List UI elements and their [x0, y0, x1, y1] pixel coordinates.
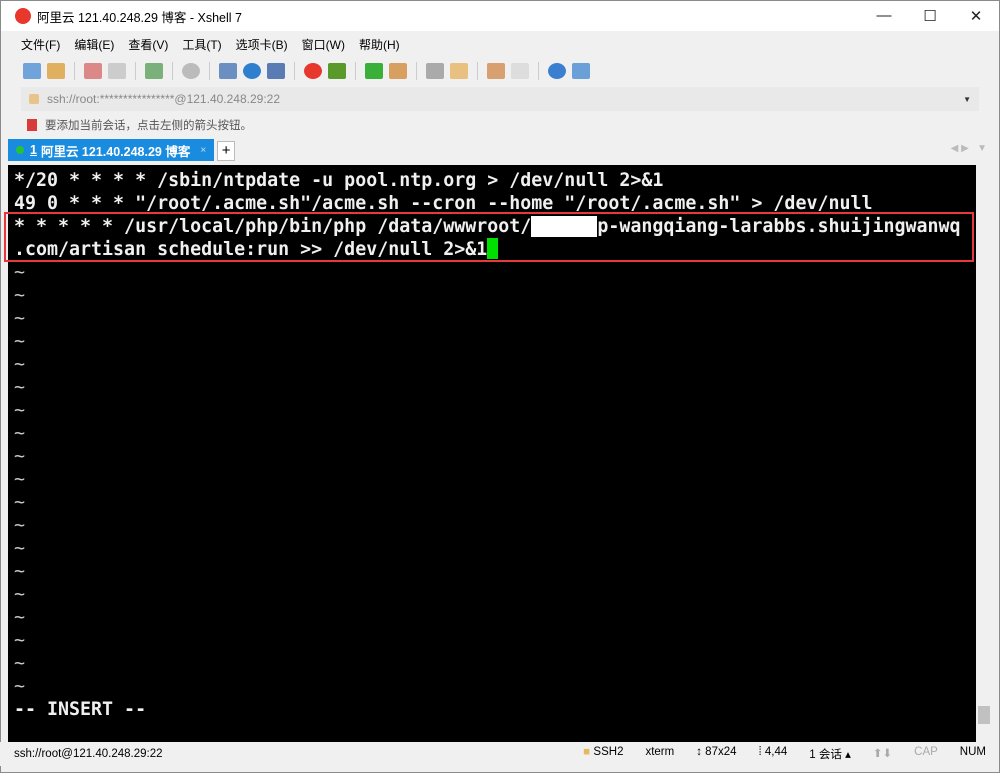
chevron-down-icon[interactable]: ▼ [963, 95, 971, 104]
empty-line-tilde: ~ [14, 584, 26, 605]
title-bar: 阿里云 121.40.248.29 博客 - Xshell 7 — ☐ ✕ [1, 1, 999, 31]
layout-icon[interactable] [219, 63, 237, 79]
tab-nav-arrows[interactable]: ◀ ▶ ▼ [951, 143, 987, 154]
add-folder-icon[interactable] [487, 63, 505, 79]
menu-window[interactable]: 窗口(W) [302, 36, 345, 53]
menu-tabs[interactable]: 选项卡(B) [236, 36, 288, 53]
keyboard-icon[interactable] [426, 63, 444, 79]
empty-line-tilde: ~ [14, 354, 26, 375]
vim-mode-indicator: -- INSERT -- [14, 699, 147, 720]
status-num: NUM [959, 746, 986, 758]
empty-line-tilde: ~ [14, 676, 26, 697]
highlight-icon[interactable] [450, 63, 468, 79]
maximize-button[interactable]: ☐ [907, 7, 953, 25]
disconnect-icon[interactable] [108, 63, 126, 79]
lock-icon [29, 94, 39, 104]
connect-icon[interactable] [84, 63, 102, 79]
empty-line-tilde: ~ [14, 285, 26, 306]
menu-tools[interactable]: 工具(T) [182, 36, 221, 53]
empty-line-tilde: ~ [14, 630, 26, 651]
highlight-box [4, 212, 974, 262]
new-tab-button[interactable]: + [217, 141, 236, 161]
globe-icon[interactable] [243, 63, 261, 79]
empty-line-tilde: ~ [14, 653, 26, 674]
properties-icon[interactable] [145, 63, 163, 79]
empty-line-tilde: ~ [14, 446, 26, 467]
empty-line-tilde: ~ [14, 331, 26, 352]
fullscreen-icon[interactable] [365, 63, 383, 79]
address-text: ssh://root:****************@121.40.248.2… [47, 92, 281, 106]
scrollbar-thumb[interactable] [978, 706, 990, 724]
xshell-icon[interactable] [304, 63, 322, 79]
empty-line-tilde: ~ [14, 262, 26, 283]
terminal-scrollbar[interactable] [976, 165, 992, 742]
close-button[interactable]: ✕ [953, 7, 999, 25]
tab-label: 阿里云 121.40.248.29 博客 [40, 144, 191, 159]
status-protocol: ■ SSH2 [583, 746, 624, 758]
help-icon[interactable] [548, 63, 566, 79]
empty-line-tilde: ~ [14, 400, 26, 421]
status-cap: CAP [914, 746, 938, 758]
empty-line-tilde: ~ [14, 538, 26, 559]
xftp-icon[interactable] [328, 63, 346, 79]
font-icon[interactable] [267, 63, 285, 79]
search-icon[interactable] [182, 63, 200, 79]
status-size: ↕ 87x24 [696, 746, 737, 758]
window-title: 阿里云 121.40.248.29 博客 - Xshell 7 [37, 10, 242, 25]
status-connection: ssh://root@121.40.248.29:22 [14, 748, 163, 760]
address-bar[interactable]: ssh://root:****************@121.40.248.2… [21, 87, 979, 111]
connected-status-icon [16, 146, 24, 154]
menu-edit[interactable]: 编辑(E) [74, 36, 114, 53]
open-folder-icon[interactable] [47, 63, 65, 79]
status-cursor: ⁞ 4,44 [758, 746, 788, 758]
hint-text: 要添加当前会话，点击左侧的箭头按钮。 [45, 120, 252, 132]
bookmark-arrow-icon[interactable] [27, 119, 37, 131]
empty-line-tilde: ~ [14, 377, 26, 398]
empty-line-tilde: ~ [14, 469, 26, 490]
menu-file[interactable]: 文件(F) [21, 36, 60, 53]
terminal-line: */20 * * * * /sbin/ntpdate -u pool.ntp.o… [14, 170, 664, 191]
status-term: xterm [645, 746, 675, 758]
tab-number: 1 [30, 143, 37, 157]
menu-help[interactable]: 帮助(H) [359, 36, 400, 53]
status-bar: ssh://root@121.40.248.29:22 ■ SSH2 xterm… [0, 742, 998, 766]
tab-bar: 1 阿里云 121.40.248.29 博客 × + ◀ ▶ ▼ [1, 139, 999, 161]
chat-icon[interactable] [572, 63, 590, 79]
empty-line-tilde: ~ [14, 561, 26, 582]
empty-line-tilde: ~ [14, 423, 26, 444]
menu-bar: 文件(F) 编辑(E) 查看(V) 工具(T) 选项卡(B) 窗口(W) 帮助(… [1, 31, 999, 57]
empty-line-tilde: ~ [14, 607, 26, 628]
transfer-arrows-icon: ⬆⬇ [872, 748, 893, 760]
new-session-icon[interactable] [23, 63, 41, 79]
xshell-logo-icon [15, 8, 31, 24]
tile-icon[interactable] [511, 63, 529, 79]
hint-bar: 要添加当前会话，点击左侧的箭头按钮。 [1, 111, 999, 139]
tab-session[interactable]: 1 阿里云 121.40.248.29 博客 × [8, 139, 215, 161]
empty-line-tilde: ~ [14, 308, 26, 329]
status-sessions[interactable]: 1 会话 ▴ [809, 746, 851, 762]
tab-close-icon[interactable]: × [200, 145, 206, 156]
menu-view[interactable]: 查看(V) [128, 36, 168, 53]
toolbar [1, 57, 999, 85]
empty-line-tilde: ~ [14, 515, 26, 536]
empty-line-tilde: ~ [14, 492, 26, 513]
lock-icon[interactable] [389, 63, 407, 79]
minimize-button[interactable]: — [861, 7, 907, 25]
